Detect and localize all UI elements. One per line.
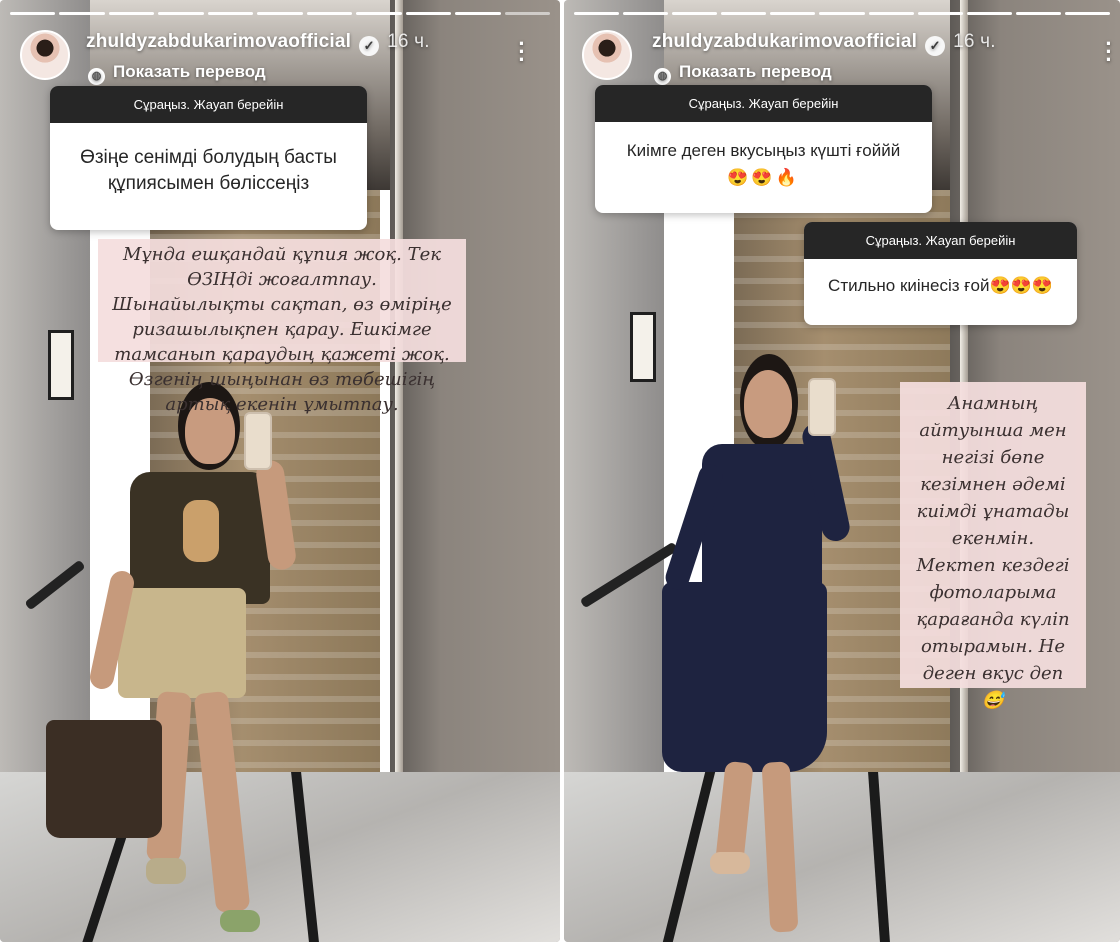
question-sticker[interactable]: Сұраңыз. Жауап берейін Өзіңе сенімді бол… — [50, 86, 367, 230]
timestamp: 16 ч. — [387, 31, 430, 52]
avatar[interactable] — [582, 30, 632, 80]
story-progress-bar — [10, 12, 550, 15]
story-header-username[interactable]: zhuldyzabdukarimovaofficial ✓ 16 ч. — [652, 31, 996, 56]
answer-text-box: Анамның айтуынша мен негізі бөпе кезімне… — [900, 382, 1086, 711]
wall-notice-frame — [48, 330, 74, 400]
more-dots-icon[interactable]: · · · — [517, 33, 527, 71]
username-text[interactable]: zhuldyzabdukarimovaofficial — [86, 31, 351, 52]
username-text[interactable]: zhuldyzabdukarimovaofficial — [652, 31, 917, 52]
story-header-username[interactable]: zhuldyzabdukarimovaofficial ✓ 16 ч. — [86, 31, 430, 56]
wall-notice-frame — [630, 312, 656, 382]
show-translation-button[interactable]: ◍ Показать перевод — [654, 62, 832, 85]
question-sticker-header: Сұраңыз. Жауап берейін — [804, 222, 1077, 259]
question-text: Стильно киінесіз ғой😍😍😍 — [828, 276, 1053, 295]
globe-icon: ◍ — [88, 68, 105, 85]
avatar[interactable] — [20, 30, 70, 80]
question-emojis: 😍😍🔥 — [727, 167, 800, 187]
globe-icon: ◍ — [654, 68, 671, 85]
show-translation-label: Показать перевод — [679, 62, 832, 81]
person-figure — [46, 380, 310, 940]
timestamp: 16 ч. — [953, 31, 996, 52]
more-dots-icon[interactable]: · · · — [1104, 33, 1114, 71]
question-text: Өзіңе сенімді болудың басты құпиясымен б… — [80, 147, 337, 194]
verified-badge-icon: ✓ — [359, 36, 380, 56]
story-progress-bar — [574, 12, 1111, 15]
show-translation-label: Показать перевод — [113, 62, 266, 81]
question-sticker-header: Сұраңыз. Жауап берейін — [595, 85, 932, 122]
story-panel-1[interactable]: zhuldyzabdukarimovaofficial ✓ 16 ч. ◍ Показ… — [0, 0, 560, 942]
show-translation-button[interactable]: ◍ Показать перевод — [88, 62, 266, 85]
question-sticker-header: Сұраңыз. Жауап берейін — [50, 86, 367, 123]
question-text: Киімге деген вкусыңыз күшті ғоййй — [626, 141, 901, 160]
question-sticker[interactable]: Сұраңыз. Жауап берейін Стильно киінесіз … — [804, 222, 1077, 325]
story-panel-2[interactable]: zhuldyzabdukarimovaofficial ✓ 16 ч. ◍ Показ… — [564, 0, 1120, 942]
person-figure — [662, 352, 892, 942]
answer-text-box: Мұнда ешқандай құпия жоқ. Тек ӨЗІҢді жоғ… — [98, 239, 466, 415]
question-sticker[interactable]: Сұраңыз. Жауап берейін Киімге деген вкус… — [595, 85, 932, 213]
verified-badge-icon: ✓ — [925, 36, 946, 56]
